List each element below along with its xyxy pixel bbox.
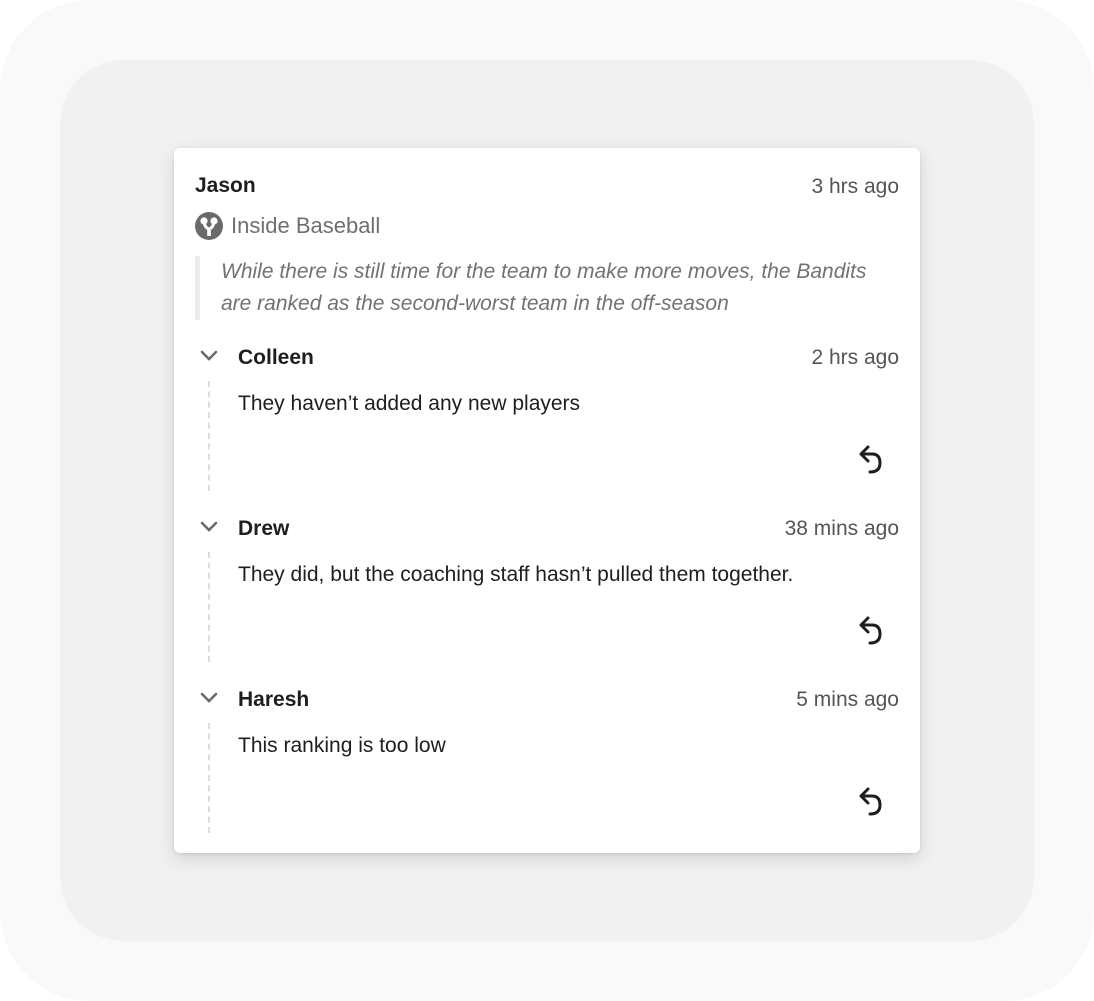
post-author[interactable]: Jason [195,174,256,198]
comment-body: They did, but the coaching staff hasn’t … [238,563,794,586]
comment-author[interactable]: Haresh [238,688,309,712]
comment: Drew 38 mins ago They did, but the coach… [174,517,920,677]
comment-author[interactable]: Drew [238,517,289,541]
reply-icon[interactable] [857,443,885,477]
thread-line [208,552,210,662]
thread-line [208,381,210,491]
post-header: Jason 3 hrs ago [195,174,899,200]
group-name: Inside Baseball [231,213,381,238]
chevron-down-icon[interactable] [200,521,218,533]
thread-line [208,723,210,833]
comment: Haresh 5 mins ago This ranking is too lo… [174,688,920,848]
comment: Colleen 2 hrs ago They haven’t added any… [174,346,920,506]
comment-body: They haven’t added any new players [238,392,581,415]
comment-body: This ranking is too low [238,734,446,757]
comment-time: 2 hrs ago [811,346,899,369]
reply-icon[interactable] [857,614,885,648]
reply-icon[interactable] [857,785,885,819]
comment-thread-card: Jason 3 hrs ago Inside Baseball While th… [174,148,920,853]
comment-time: 38 mins ago [784,517,899,540]
comment-time: 5 mins ago [796,688,899,711]
post-quote: While there is still time for the team t… [195,256,879,320]
chevron-down-icon[interactable] [200,692,218,704]
comment-author[interactable]: Colleen [238,346,314,370]
fork-icon [195,212,223,240]
post-time: 3 hrs ago [811,175,899,198]
chevron-down-icon[interactable] [200,350,218,362]
